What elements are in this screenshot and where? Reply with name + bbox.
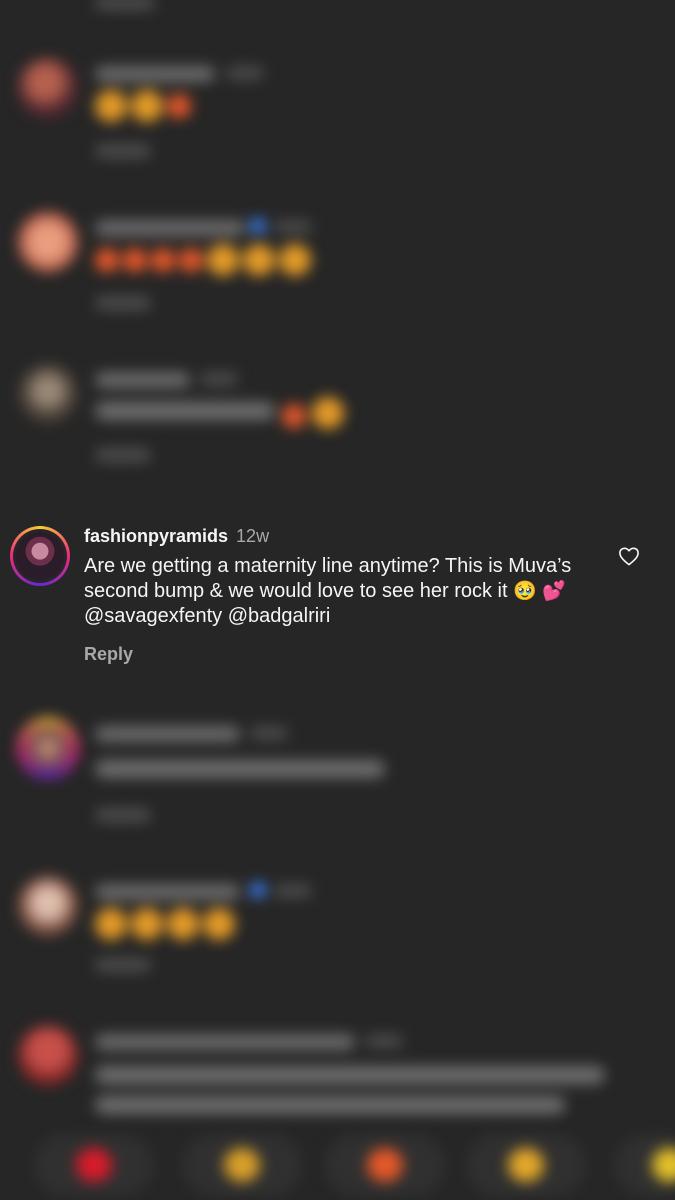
comment-mentions[interactable]: @savagexfenty @badgalriri xyxy=(84,605,330,627)
blurred-comment xyxy=(0,876,675,986)
reaction-heart[interactable] xyxy=(34,1134,154,1196)
blurred-comment xyxy=(0,1026,675,1126)
heart-outline-icon[interactable] xyxy=(618,546,640,566)
avatar[interactable] xyxy=(10,526,70,586)
comment-timestamp: 12w xyxy=(236,526,270,546)
blurred-comment xyxy=(0,58,675,168)
reaction-fire[interactable] xyxy=(325,1134,445,1196)
comment-text: Are we getting a maternity line anytime?… xyxy=(84,554,584,629)
blurred-comment xyxy=(0,718,675,828)
reaction-hands[interactable] xyxy=(182,1134,302,1196)
comment-item: fashionpyramids 12w Are we getting a mate… xyxy=(0,520,675,670)
blurred-comment xyxy=(0,212,675,322)
reply-button[interactable]: Reply xyxy=(84,644,133,665)
reaction-more[interactable] xyxy=(614,1134,675,1196)
comment-username[interactable]: fashionpyramids xyxy=(84,526,228,546)
reaction-clap[interactable] xyxy=(466,1134,586,1196)
avatar-image xyxy=(16,532,64,580)
blurred-comment xyxy=(0,364,675,474)
comment-body: Are we getting a maternity line anytime?… xyxy=(84,555,572,602)
comment-header: fashionpyramids 12w xyxy=(84,526,269,547)
quick-reaction-bar xyxy=(0,1132,675,1200)
comment-emojis: 🥹 💕 xyxy=(513,581,566,602)
